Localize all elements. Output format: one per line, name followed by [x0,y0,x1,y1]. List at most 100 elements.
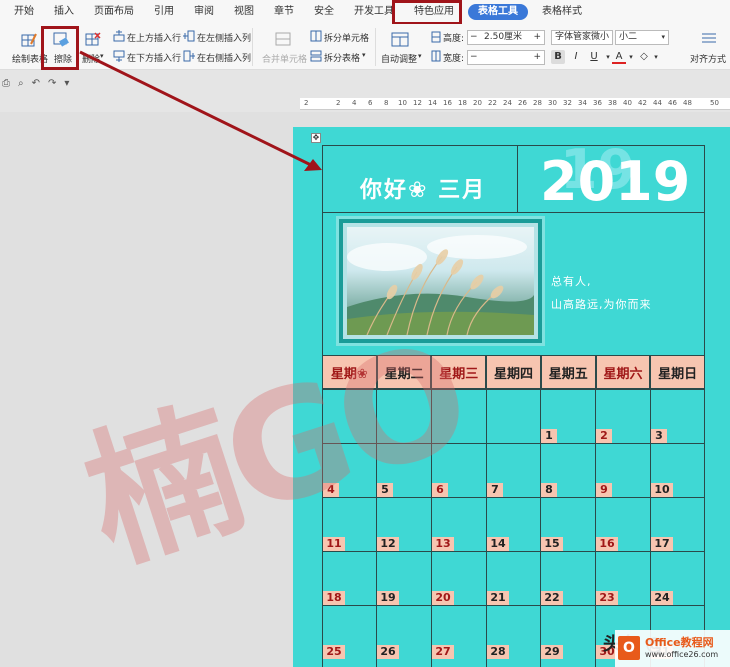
calendar-day-cell[interactable]: 20 [432,591,454,605]
quick-access-bar: ⎙ ⌕ ↶ ↷ ▾ [0,78,100,94]
draw-table-icon [21,33,37,47]
font-color-dropdown-arrow-icon[interactable]: ▾ [624,50,638,64]
split-cells-icon [310,30,322,42]
calendar-day-cell[interactable]: 8 [541,483,557,497]
auto-fit-button[interactable]: 自动调整 [381,52,417,65]
font-size-value: 小二 [619,32,638,42]
print-preview-icon[interactable]: ⌕ [18,78,24,94]
calendar-day-cell[interactable]: 24 [651,591,673,605]
align-button[interactable]: 对齐方式 [690,52,726,65]
menu-security[interactable]: 安全 [304,1,344,23]
calendar-day-cell[interactable]: 11 [323,537,345,551]
insert-row-below-button[interactable]: 在下方插入行 [127,51,181,64]
calendar-day-cell[interactable]: 19 [377,591,399,605]
italic-button[interactable]: I [569,50,583,64]
calendar-day-cell[interactable]: 16 [596,537,618,551]
calendar-day-cell[interactable]: 28 [487,645,509,659]
table-move-handle-icon[interactable]: ✥ [311,133,321,143]
ruler-tick: 18 [458,99,467,107]
calendar-day-cell[interactable]: 26 [377,645,399,659]
text-effect-dropdown-arrow-icon[interactable]: ▾ [649,50,663,64]
menu-start[interactable]: 开始 [4,1,44,23]
delete-dropdown-arrow-icon[interactable]: ▾ [100,52,104,60]
calendar-day-cell[interactable]: 29 [541,645,563,659]
split-table-button[interactable]: 拆分表格 [324,51,360,64]
width-increment-button[interactable]: + [533,51,541,64]
calendar-day-cell[interactable]: 23 [596,591,618,605]
font-name-select[interactable]: 字体管家微小 [551,30,613,45]
print-icon[interactable]: ⎙ [2,78,10,94]
calendar-day-cell[interactable]: 21 [487,591,509,605]
calendar-day-cell[interactable]: 22 [541,591,563,605]
auto-fit-dropdown-arrow-icon[interactable]: ▾ [418,52,422,60]
calendar-day-cell[interactable]: 27 [432,645,454,659]
menu-insert[interactable]: 插入 [44,1,84,23]
calendar-day-cell[interactable]: 15 [541,537,563,551]
calendar-day-cell[interactable]: 10 [651,483,673,497]
ruler-tick: 6 [368,99,373,107]
calendar-day-cell[interactable]: 2 [596,429,612,443]
table-gridline [322,551,705,552]
calendar-day-cell[interactable]: 13 [432,537,454,551]
weekday-sun: 星期日 [650,355,706,389]
width-label: 宽度: [443,54,465,64]
insert-col-right-button[interactable]: 在右侧插入列 [197,51,251,64]
insert-row-above-button[interactable]: 在上方插入行 [127,31,181,44]
logo-title: Office教程网 [645,636,714,649]
split-cells-button[interactable]: 拆分单元格 [324,31,369,44]
ribbon-divider [375,28,376,66]
weekday-fri: 星期五 [540,355,596,389]
menu-table-tools[interactable]: 表格工具 [468,4,528,20]
calendar-day-cell[interactable]: 12 [377,537,399,551]
redo-icon[interactable]: ↷ [48,78,56,94]
calendar-day-cell[interactable]: 25 [323,645,345,659]
calendar-day-cell[interactable]: 9 [596,483,612,497]
width-input[interactable]: − + [467,50,545,65]
bold-button[interactable]: B [551,50,565,64]
width-decrement-button[interactable]: − [470,51,478,64]
menu-review[interactable]: 审阅 [184,1,224,23]
menu-page-layout[interactable]: 页面布局 [84,1,144,23]
weekday-thu: 星期四 [486,355,541,389]
calendar-day-cell[interactable]: 1 [541,429,557,443]
horizontal-ruler[interactable]: 2 2 4 6 8 10 12 14 16 18 20 22 24 26 28 … [300,98,730,110]
ruler-tick: 26 [518,99,527,107]
menu-section[interactable]: 章节 [264,1,304,23]
undo-icon[interactable]: ↶ [32,78,40,94]
ruler-tick: 50 [710,99,719,107]
font-size-select[interactable]: 小二 ▾ [615,30,669,45]
table-tools-highlight-box [392,0,462,25]
ribbon-divider [252,28,253,66]
menu-references[interactable]: 引用 [144,1,184,23]
calendar-day-cell[interactable]: 7 [487,483,503,497]
menu-bar: 开始 插入 页面布局 引用 审阅 视图 章节 安全 开发工具 特色应用 表格工具… [0,0,730,24]
height-increment-button[interactable]: + [533,31,541,44]
height-decrement-button[interactable]: − [470,31,478,44]
ruler-tick: 38 [608,99,617,107]
merge-cells-button[interactable]: 合并单元格 [262,52,307,65]
calendar-day-cell[interactable]: 17 [651,537,673,551]
calendar-day-cell[interactable]: 18 [323,591,345,605]
align-icon [702,33,716,43]
ruler-tick: 4 [352,99,357,107]
height-input[interactable]: − 2.50厘米 + [467,30,545,45]
ruler-tick: 8 [384,99,389,107]
calendar-title: 你好❀ 三月 [360,178,487,203]
menu-table-style[interactable]: 表格样式 [532,1,592,23]
underline-button[interactable]: U [587,50,601,64]
insert-col-left-button[interactable]: 在左侧插入列 [197,31,251,44]
calendar-day-cell[interactable]: 14 [487,537,509,551]
ruler-tick: 36 [593,99,602,107]
delete-button[interactable]: 删除 [82,52,100,65]
insert-row-above-icon [113,30,125,42]
split-table-dropdown-arrow-icon[interactable]: ▾ [362,51,366,59]
erase-highlight-box [41,26,79,70]
menu-view[interactable]: 视图 [224,1,264,23]
customize-dropdown-icon[interactable]: ▾ [64,78,69,94]
ruler-tick: 34 [578,99,587,107]
ruler-tick: 44 [653,99,662,107]
weekday-sat: 星期六 [595,355,651,389]
column-width-icon [431,50,441,62]
ruler-tick: 2 [336,99,341,107]
calendar-day-cell[interactable]: 3 [651,429,667,443]
